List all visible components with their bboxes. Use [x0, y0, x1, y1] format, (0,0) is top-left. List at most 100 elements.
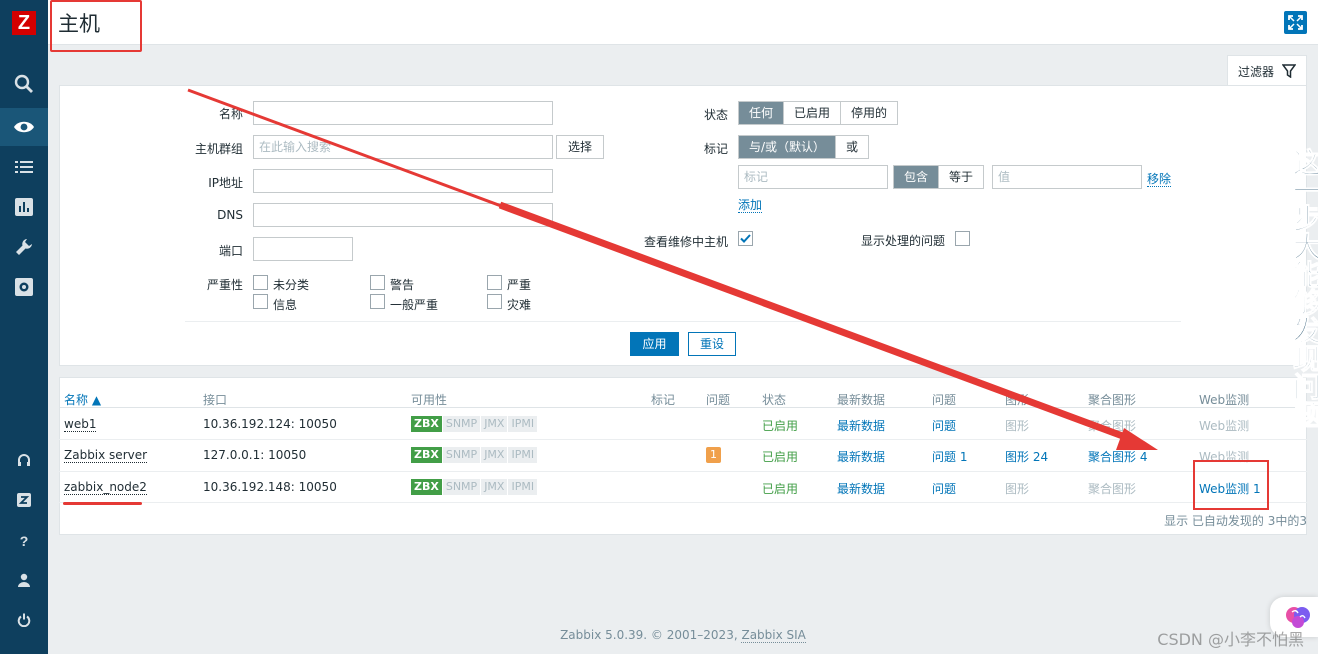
tags-mode-or[interactable]: 或 [836, 136, 869, 158]
table-row-problems-link[interactable]: 问题 1 [932, 448, 967, 465]
availability-badges: ZBX SNMP JMX IPMI [411, 416, 538, 432]
table-row-latest-data-link[interactable]: 最新数据 [837, 417, 885, 434]
col-header-tags: 标记 [651, 393, 676, 407]
footer-company-link[interactable]: Zabbix SIA [741, 628, 806, 643]
status-option-any[interactable]: 任何 [739, 102, 785, 124]
inventory-list-icon[interactable] [0, 148, 48, 186]
severity-checkbox-disaster[interactable] [487, 294, 502, 309]
availability-ipmi: IPMI [508, 416, 538, 432]
ip-input[interactable] [253, 169, 553, 193]
availability-snmp: SNMP [442, 447, 481, 463]
severity-checkbox-warning[interactable] [370, 275, 385, 290]
configuration-wrench-icon[interactable] [0, 228, 48, 266]
tags-mode-and-or[interactable]: 与/或（默认） [739, 136, 837, 158]
administration-gear-icon[interactable] [0, 268, 48, 306]
filter-tab-label: 过滤器 [1237, 64, 1274, 79]
status-segmented-control: 任何 已启用 停用的 [738, 101, 899, 125]
severity-checkbox-not-classified[interactable] [253, 275, 268, 290]
status-option-enabled[interactable]: 已启用 [784, 102, 842, 124]
col-header-interface[interactable]: 接口 [203, 391, 227, 408]
severity-label-info: 信息 [273, 298, 298, 312]
checkmark-icon [740, 234, 751, 243]
table-row-status[interactable]: 已启用 [762, 417, 798, 434]
table-row-latest-data-link[interactable]: 最新数据 [837, 448, 885, 465]
availability-snmp: SNMP [442, 416, 481, 432]
severity-label-not-classified: 未分类 [273, 278, 310, 292]
availability-jmx: JMX [481, 447, 508, 463]
status-option-disabled[interactable]: 停用的 [841, 102, 898, 124]
table-row-graphs-link[interactable]: 图形 24 [1005, 448, 1048, 465]
dns-input[interactable] [253, 203, 553, 227]
col-header-graphs: 图形 [1005, 393, 1030, 407]
table-row-host-name[interactable]: Zabbix server [64, 448, 148, 463]
table-row-graphs: 图形 [1005, 419, 1030, 433]
severity-checkbox-info[interactable] [253, 294, 268, 309]
user-profile-icon[interactable] [0, 561, 48, 599]
host-group-select-button[interactable]: 选择 [556, 135, 604, 159]
host-annotation-underline [63, 502, 142, 505]
table-row-screens-link[interactable]: 聚合图形 4 [1088, 448, 1147, 465]
severity-checkbox-high[interactable] [487, 275, 502, 290]
signout-power-icon[interactable] [0, 601, 48, 639]
filter-divider [185, 321, 1181, 322]
table-row-status[interactable]: 已启用 [762, 480, 798, 497]
apply-button[interactable]: 应用 [630, 332, 679, 356]
problem-count-badge[interactable]: 1 [706, 447, 721, 463]
tag-operator-equals[interactable]: 等于 [939, 166, 984, 188]
name-input[interactable] [253, 101, 553, 125]
header-divider [59, 407, 1307, 408]
name-label: 名称 [218, 107, 243, 121]
csdn-watermark: CSDN @小李不怕黑 [1157, 630, 1304, 649]
tag-value-input[interactable]: 值 [992, 165, 1142, 189]
tag-operator-control: 包含 等于 [893, 165, 985, 189]
filter-tab[interactable]: 过滤器 [1227, 55, 1307, 86]
monitoring-eye-icon[interactable] [0, 108, 48, 146]
availability-zbx: ZBX [411, 447, 442, 463]
col-header-name[interactable]: 名称 ▲ [64, 391, 101, 408]
table-row-latest-data-link[interactable]: 最新数据 [837, 480, 885, 497]
search-icon[interactable] [0, 65, 48, 103]
severity-label: 严重性 [206, 278, 243, 292]
fullscreen-button[interactable] [1284, 11, 1307, 34]
help-icon[interactable]: ? [0, 522, 48, 560]
availability-snmp: SNMP [442, 479, 481, 495]
title-annotation-box [50, 0, 142, 52]
table-row-graphs: 图形 [1005, 482, 1030, 496]
row-divider [59, 471, 1307, 472]
tag-operator-contains[interactable]: 包含 [894, 166, 940, 188]
reset-button[interactable]: 重设 [688, 332, 736, 356]
port-input[interactable] [253, 237, 353, 261]
severity-label-disaster: 灾难 [507, 298, 532, 312]
table-row-host-name[interactable]: web1 [64, 417, 97, 432]
col-header-problems: 问题 [706, 393, 731, 407]
availability-zbx: ZBX [411, 416, 442, 432]
suppressed-checkbox[interactable] [955, 231, 970, 246]
table-row-status[interactable]: 已启用 [762, 448, 798, 465]
zabbix-logo[interactable]: Z [12, 11, 36, 35]
filter-panel [59, 85, 1307, 366]
reports-chart-icon[interactable] [0, 188, 48, 226]
availability-badges: ZBX SNMP JMX IPMI [411, 447, 538, 463]
severity-checkbox-average[interactable] [370, 294, 385, 309]
zabbix-share-icon[interactable] [0, 481, 48, 519]
footer-text: Zabbix 5.0.39. © 2001–2023, [560, 628, 742, 642]
col-header-status[interactable]: 状态 [762, 391, 786, 408]
availability-jmx: JMX [481, 416, 508, 432]
table-row-host-name[interactable]: zabbix_node2 [64, 480, 147, 495]
col-header-latest-data: 最新数据 [837, 393, 886, 407]
table-row-problems-link[interactable]: 问题 [932, 417, 956, 434]
col-header-screens: 聚合图形 [1088, 393, 1137, 407]
table-row-problems-link[interactable]: 问题 [932, 480, 956, 497]
maintenance-checkbox[interactable] [738, 231, 753, 246]
tag-name-input[interactable]: 标记 [738, 165, 888, 189]
tag-add-link[interactable]: 添加 [738, 196, 763, 213]
support-headset-icon[interactable] [0, 442, 48, 480]
availability-badges: ZBX SNMP JMX IPMI [411, 479, 538, 495]
severity-label-average: 一般严重 [390, 298, 439, 312]
host-group-input[interactable]: 在此输入搜索 [253, 135, 553, 159]
tag-remove-link[interactable]: 移除 [1147, 170, 1172, 187]
suppressed-label: 显示处理的问题 [860, 234, 945, 248]
table-summary: 显示 已自动发现的 3中的3 [1164, 514, 1307, 528]
tags-mode-control: 与/或（默认） 或 [738, 135, 870, 159]
table-row-interface: 10.36.192.148: 10050 [203, 480, 337, 494]
